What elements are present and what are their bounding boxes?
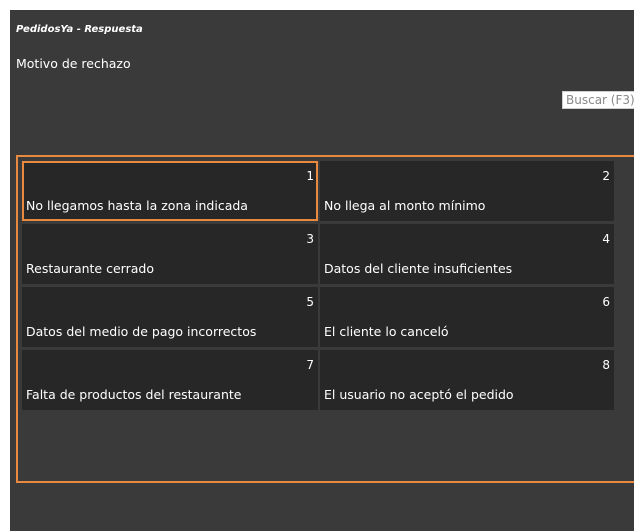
- reason-label: Datos del cliente insuficientes: [324, 261, 513, 276]
- reason-tile-7[interactable]: 7 Falta de productos del restaurante: [22, 350, 318, 410]
- reason-tile-2[interactable]: 2 No llega al monto mínimo: [320, 161, 614, 221]
- reason-label: El usuario no aceptó el pedido: [324, 387, 514, 402]
- response-window: PedidosYa - Respuesta Motivo de rechazo …: [10, 10, 634, 531]
- reason-tile-4[interactable]: 4 Datos del cliente insuficientes: [320, 224, 614, 284]
- reason-number: 1: [306, 169, 314, 183]
- rejection-reasons-panel: 1 No llegamos hasta la zona indicada 2 N…: [16, 155, 634, 483]
- reason-number: 7: [306, 358, 314, 372]
- reason-tile-8[interactable]: 8 El usuario no aceptó el pedido: [320, 350, 614, 410]
- reason-number: 2: [602, 169, 610, 183]
- reason-number: 4: [602, 232, 610, 246]
- reason-label: Restaurante cerrado: [26, 261, 154, 276]
- search-input[interactable]: Buscar (F3): [562, 91, 634, 109]
- reason-label: El cliente lo canceló: [324, 324, 449, 339]
- reason-label: Falta de productos del restaurante: [26, 387, 242, 402]
- reason-tile-3[interactable]: 3 Restaurante cerrado: [22, 224, 318, 284]
- reason-number: 6: [602, 295, 610, 309]
- reason-tile-5[interactable]: 5 Datos del medio de pago incorrectos: [22, 287, 318, 347]
- reason-tile-1[interactable]: 1 No llegamos hasta la zona indicada: [22, 161, 318, 221]
- reason-tile-6[interactable]: 6 El cliente lo canceló: [320, 287, 614, 347]
- app-title: PedidosYa - Respuesta: [16, 24, 143, 35]
- reason-number: 3: [306, 232, 314, 246]
- reason-label: No llegamos hasta la zona indicada: [26, 198, 248, 213]
- reason-label: Datos del medio de pago incorrectos: [26, 324, 257, 339]
- reason-number: 5: [306, 295, 314, 309]
- reason-label: No llega al monto mínimo: [324, 198, 486, 213]
- page-subtitle: Motivo de rechazo: [16, 56, 131, 71]
- reason-number: 8: [602, 358, 610, 372]
